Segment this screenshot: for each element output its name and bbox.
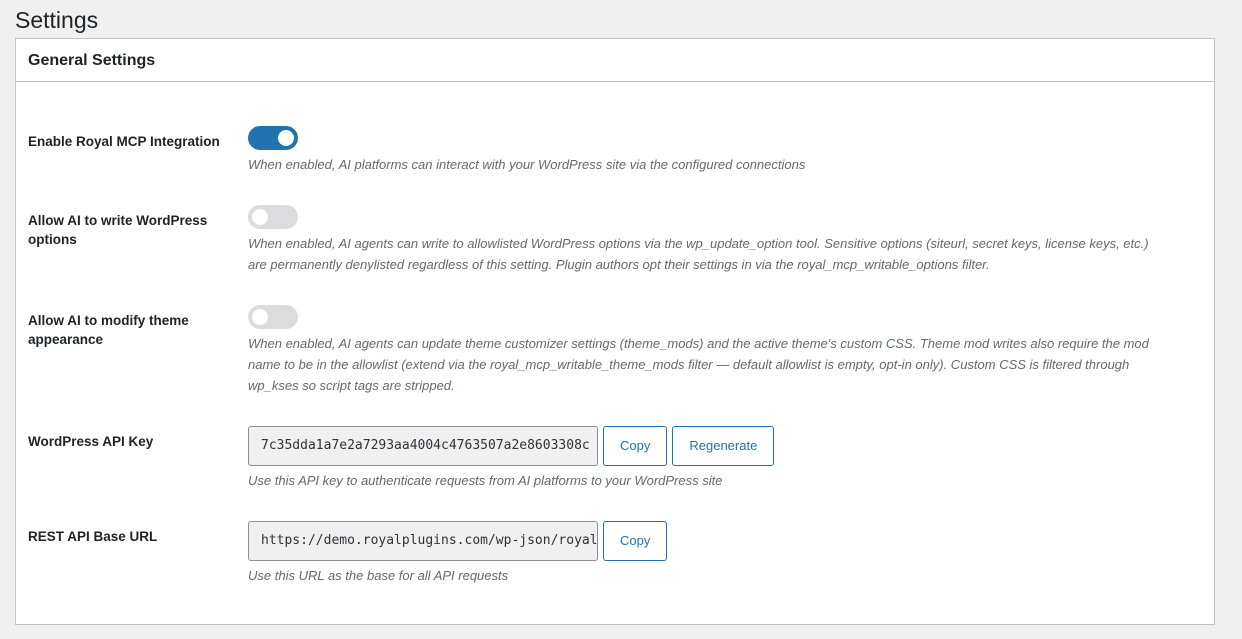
api-key-controls: 7c35dda1a7e2a7293aa4004c4763507a2e860330… bbox=[248, 426, 1198, 466]
toggle-knob bbox=[278, 130, 294, 146]
setting-description: name to be in the allowlist (extend via … bbox=[248, 357, 1130, 372]
setting-description: Use this API key to authenticate request… bbox=[248, 473, 723, 488]
toggle-knob bbox=[252, 309, 268, 325]
setting-description: When enabled, AI agents can write to all… bbox=[248, 236, 1149, 251]
setting-label: Allow AI to write WordPress options bbox=[28, 213, 208, 247]
setting-description: Use this URL as the base for all API req… bbox=[248, 568, 509, 583]
setting-field: 7c35dda1a7e2a7293aa4004c4763507a2e860330… bbox=[248, 426, 1198, 491]
regenerate-api-key-button[interactable]: Regenerate bbox=[672, 426, 775, 466]
base-url-controls: https://demo.royalplugins.com/wp-json/ro… bbox=[248, 521, 1198, 561]
setting-field: When enabled, AI agents can update theme… bbox=[248, 305, 1198, 396]
base-url-input[interactable]: https://demo.royalplugins.com/wp-json/ro… bbox=[248, 521, 598, 561]
setting-label: REST API Base URL bbox=[28, 529, 158, 544]
setting-field: https://demo.royalplugins.com/wp-json/ro… bbox=[248, 521, 1198, 586]
setting-description: wp_kses so script tags are stripped. bbox=[248, 378, 455, 393]
api-key-input[interactable]: 7c35dda1a7e2a7293aa4004c4763507a2e860330… bbox=[248, 426, 598, 466]
copy-base-url-button[interactable]: Copy bbox=[603, 521, 668, 561]
setting-label: WordPress API Key bbox=[28, 434, 154, 449]
panel-title: General Settings bbox=[28, 52, 156, 69]
enable-integration-toggle[interactable] bbox=[248, 126, 298, 150]
page-title: Settings bbox=[15, 7, 99, 33]
panel-header: General Settings bbox=[16, 39, 1214, 82]
toggle-knob bbox=[252, 209, 268, 225]
copy-api-key-button[interactable]: Copy bbox=[603, 426, 668, 466]
setting-label: Enable Royal MCP Integration bbox=[28, 134, 220, 149]
setting-label: Allow AI to modify theme appearance bbox=[28, 313, 189, 347]
setting-field: When enabled, AI agents can write to all… bbox=[248, 205, 1198, 275]
setting-description: are permanently denylisted regardless of… bbox=[248, 257, 990, 272]
setting-description: When enabled, AI platforms can interact … bbox=[248, 157, 806, 172]
modify-theme-toggle[interactable] bbox=[248, 305, 298, 329]
setting-description: When enabled, AI agents can update theme… bbox=[248, 336, 1149, 351]
general-settings-panel: General Settings Enable Royal MCP Integr… bbox=[15, 38, 1215, 625]
setting-field: When enabled, AI platforms can interact … bbox=[248, 126, 1198, 175]
write-options-toggle[interactable] bbox=[248, 205, 298, 229]
